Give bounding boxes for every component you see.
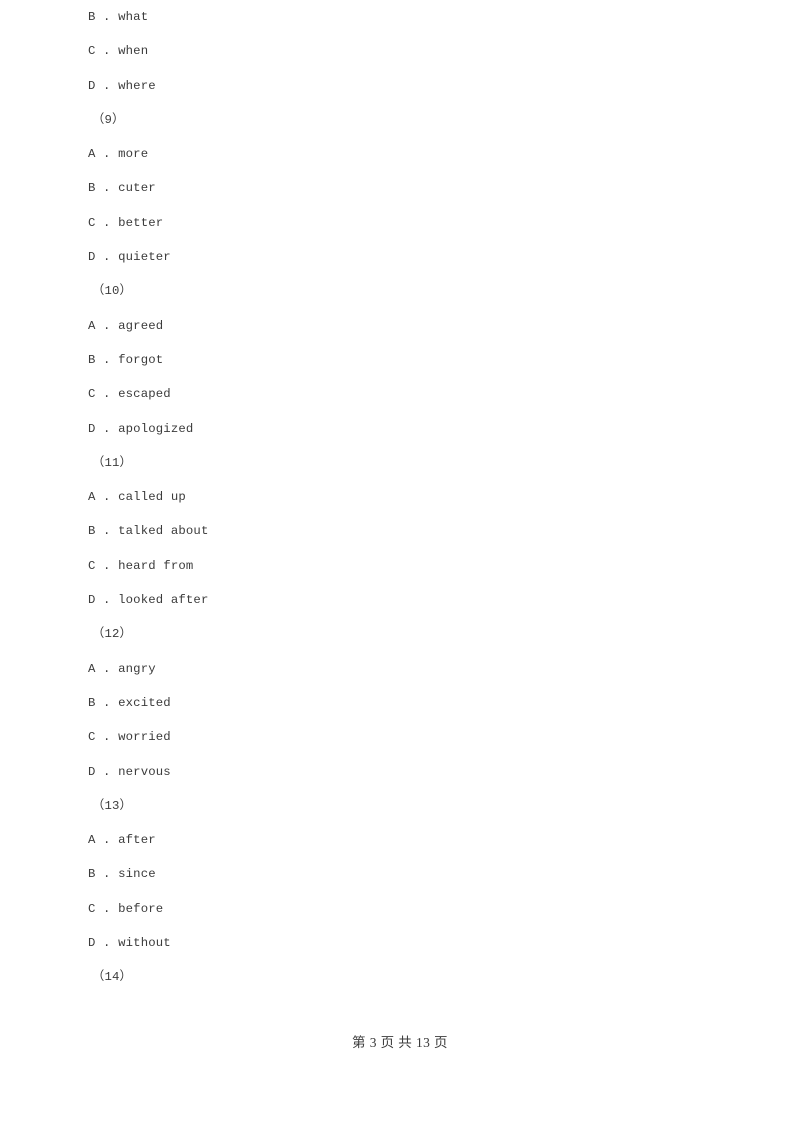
question-list: B . what C . when D . where （9） A . more B . … bbox=[0, 0, 800, 995]
answer-option: D . where bbox=[88, 78, 156, 93]
question-number: （10） bbox=[92, 284, 132, 299]
answer-option: C . better bbox=[88, 215, 164, 230]
answer-option: B . cuter bbox=[88, 181, 156, 196]
answer-option: C . before bbox=[88, 901, 164, 916]
answer-option: A . called up bbox=[88, 490, 186, 505]
question-number: （12） bbox=[92, 627, 132, 642]
document-page: B . what C . when D . where （9） A . more B . … bbox=[0, 0, 800, 1132]
answer-option: C . when bbox=[88, 44, 149, 59]
answer-option: D . apologized bbox=[88, 421, 194, 436]
answer-option: D . without bbox=[88, 936, 171, 951]
answer-option: B . talked about bbox=[88, 524, 209, 539]
answer-option: A . after bbox=[88, 833, 156, 848]
question-number: （13） bbox=[92, 798, 132, 813]
answer-option: C . heard from bbox=[88, 558, 194, 573]
answer-option: A . agreed bbox=[88, 318, 164, 333]
answer-option: D . nervous bbox=[88, 764, 171, 779]
answer-option: D . looked after bbox=[88, 593, 209, 608]
answer-option: A . angry bbox=[88, 661, 156, 676]
answer-option: B . since bbox=[88, 867, 156, 882]
answer-option: B . excited bbox=[88, 695, 171, 710]
question-number: （14） bbox=[92, 970, 132, 985]
answer-option: D . quieter bbox=[88, 250, 171, 265]
question-number: （11） bbox=[92, 455, 132, 470]
page-footer: 第 3 页 共 13 页 bbox=[352, 1035, 448, 1050]
answer-option: B . what bbox=[88, 10, 149, 24]
question-number: （9） bbox=[92, 112, 125, 127]
answer-option: B . forgot bbox=[88, 352, 164, 367]
answer-option: C . worried bbox=[88, 730, 171, 745]
answer-option: C . escaped bbox=[88, 387, 171, 402]
answer-option: A . more bbox=[88, 147, 149, 162]
